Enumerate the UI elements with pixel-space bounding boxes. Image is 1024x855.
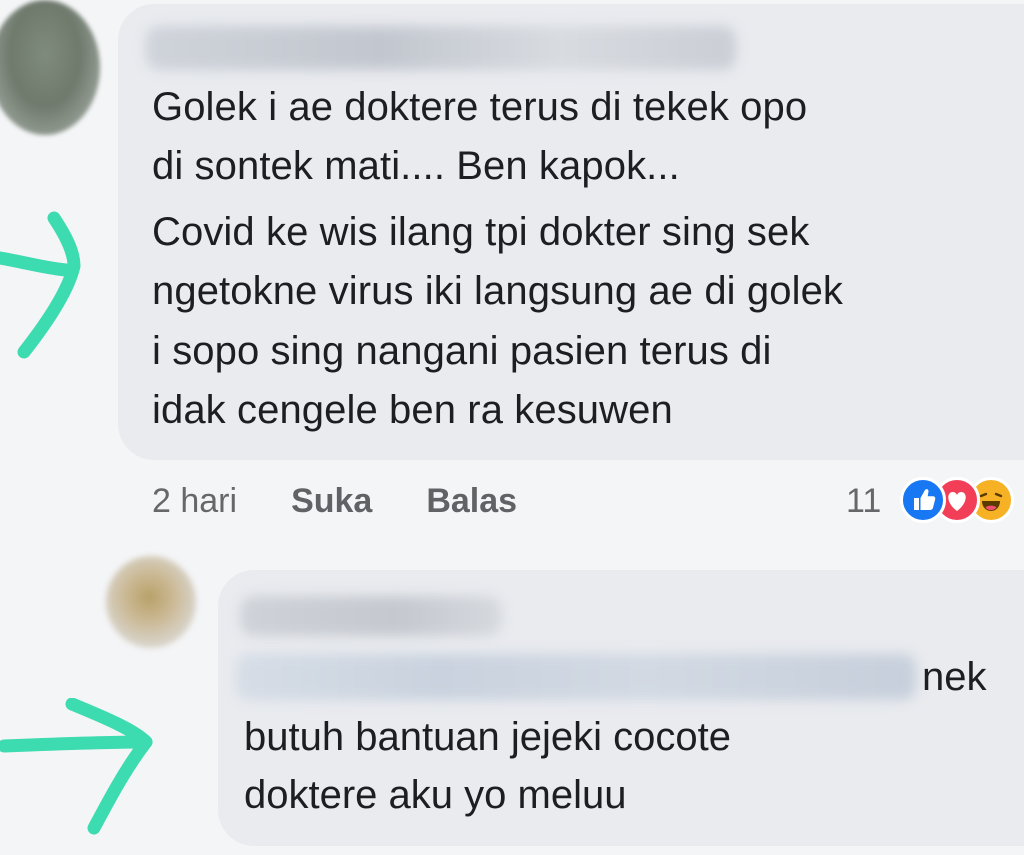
like-icon xyxy=(900,477,946,523)
comment-text-line: di sontek mati.... Ben kapok... xyxy=(152,144,680,188)
mention-blurred[interactable] xyxy=(236,654,916,700)
comment-actions: 2 hari Suka Balas xyxy=(152,478,571,524)
comment-text-line: ngetokne virus iki langsung ae di golek xyxy=(152,269,844,313)
annotation-arrow-icon xyxy=(0,698,153,835)
commenter-avatar[interactable] xyxy=(0,0,100,135)
reaction-count[interactable]: 11 xyxy=(846,478,881,524)
annotation-arrow-icon xyxy=(0,211,81,359)
comment-text-line: i sopo sing nangani pasien terus di xyxy=(152,329,772,373)
comment-timestamp[interactable]: 2 hari xyxy=(152,482,237,521)
replier-avatar[interactable] xyxy=(106,556,196,648)
comment-text-line: idak cengele ben ra kesuwen xyxy=(152,388,673,432)
comment-text-line: Golek i ae doktere terus di tekek opo xyxy=(152,85,808,129)
reply-button[interactable]: Balas xyxy=(426,482,517,521)
reply-text-line: butuh bantuan jejeki cocote xyxy=(244,715,732,759)
commenter-name-blurred[interactable] xyxy=(146,26,736,70)
like-button[interactable]: Suka xyxy=(291,482,372,521)
replier-name-blurred[interactable] xyxy=(240,596,502,636)
reply-text-fragment: nek xyxy=(922,655,987,699)
reply-text-line: doktere aku yo meluu xyxy=(244,773,627,817)
reaction-summary[interactable] xyxy=(900,477,1024,525)
comment-text-line: Covid ke wis ilang tpi dokter sing sek xyxy=(152,210,810,254)
